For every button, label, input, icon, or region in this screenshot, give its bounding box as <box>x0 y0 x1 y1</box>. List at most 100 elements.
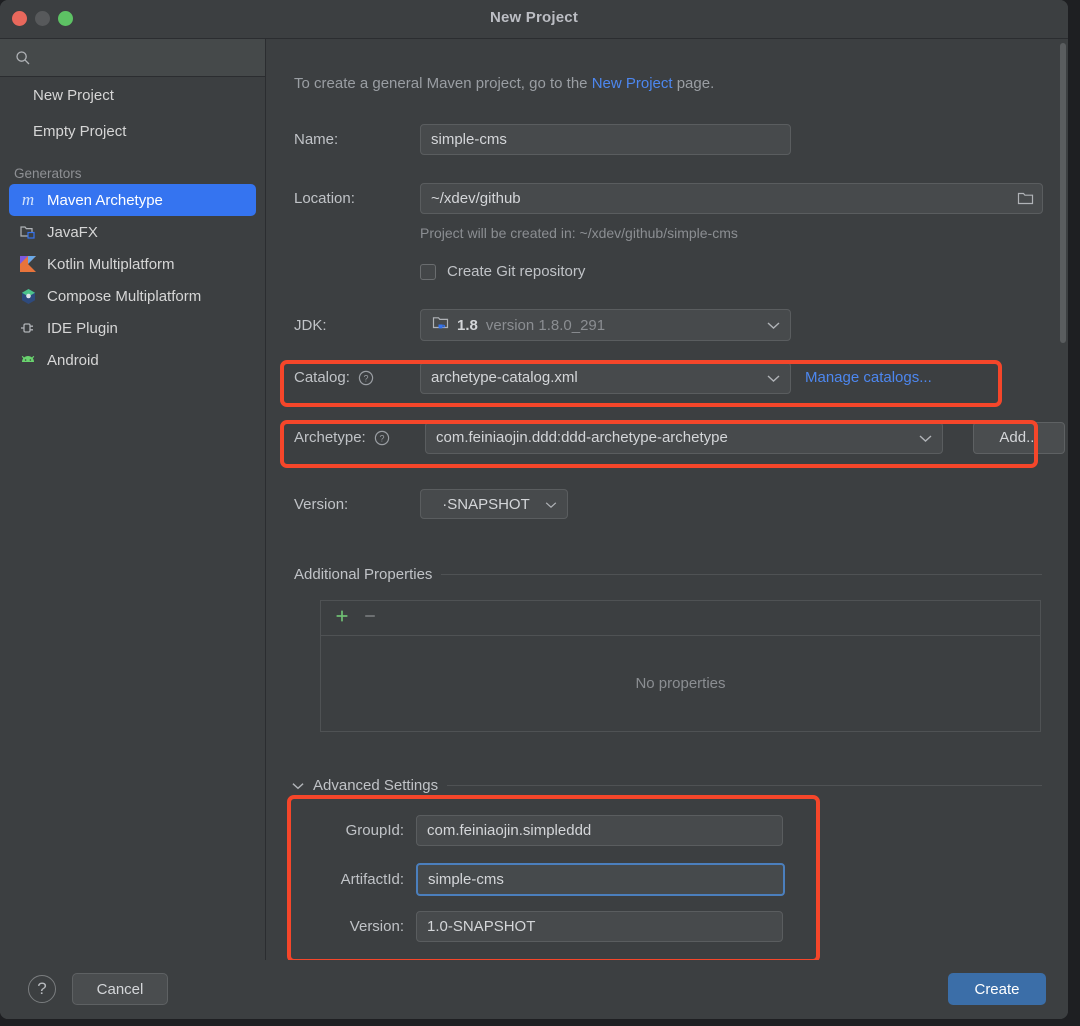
add-button-label: Add... <box>999 429 1038 446</box>
search-row[interactable] <box>0 39 265 77</box>
archetype-version-label: Version: <box>294 496 420 513</box>
sidebar-item-label: IDE Plugin <box>47 320 118 337</box>
svg-text:?: ? <box>363 373 368 383</box>
archetype-label: Archetype: <box>294 429 366 446</box>
location-input[interactable] <box>420 183 1043 214</box>
title-bar: New Project <box>0 0 1068 39</box>
manage-catalogs-link[interactable]: Manage catalogs... <box>805 369 932 386</box>
catalog-label: Catalog: <box>294 369 350 386</box>
cancel-button[interactable]: Cancel <box>72 973 168 1005</box>
create-button[interactable]: Create <box>948 973 1046 1005</box>
sidebar-item-empty-project[interactable]: Empty Project <box>0 113 265 149</box>
jdk-combobox[interactable]: 1.8 version 1.8.0_291 <box>420 309 791 341</box>
javafx-icon <box>19 223 37 241</box>
sidebar-item-label: JavaFX <box>47 224 98 241</box>
chevron-down-icon <box>545 496 557 513</box>
description-text: To create a general Maven project, go to… <box>294 75 714 92</box>
group-id-label: GroupId: <box>316 822 416 839</box>
chevron-down-icon <box>767 317 780 334</box>
name-input[interactable] <box>420 124 791 155</box>
location-row: Location: <box>294 183 1043 214</box>
android-icon <box>19 351 37 369</box>
folder-icon[interactable] <box>1017 190 1034 211</box>
sidebar-item-label: Empty Project <box>33 123 126 140</box>
main-panel: To create a general Maven project, go to… <box>266 39 1068 960</box>
jdk-folder-icon <box>432 315 449 335</box>
create-button-label: Create <box>974 981 1019 998</box>
sidebar: New Project Empty Project Generators m M… <box>0 39 266 1019</box>
search-input[interactable] <box>38 39 259 77</box>
advanced-settings-section-header[interactable]: Advanced Settings <box>292 777 1042 794</box>
sidebar-item-label: New Project <box>33 87 114 104</box>
compose-icon <box>19 287 37 305</box>
sidebar-item-compose-multiplatform[interactable]: Compose Multiplatform <box>9 280 256 312</box>
sidebar-item-new-project[interactable]: New Project <box>0 77 265 113</box>
advanced-version-row: Version: <box>316 911 783 942</box>
description-after: page. <box>673 75 715 92</box>
location-hint: Project will be created in: ~/xdev/githu… <box>420 225 738 241</box>
search-icon <box>15 50 31 66</box>
create-git-repository-row[interactable]: Create Git repository <box>420 263 585 280</box>
sidebar-item-maven-archetype[interactable]: m Maven Archetype <box>9 184 256 216</box>
help-circle-icon[interactable]: ? <box>358 370 374 386</box>
new-project-dialog: New Project New Project Empty Project Ge… <box>0 0 1068 1019</box>
no-properties-text: No properties <box>321 636 1040 731</box>
jdk-version: 1.8 <box>457 317 478 334</box>
help-circle-icon[interactable]: ? <box>374 430 390 446</box>
section-divider <box>441 574 1042 575</box>
main-scrollbar[interactable] <box>1059 39 1068 960</box>
scrollbar-thumb[interactable] <box>1060 43 1066 343</box>
artifact-id-label: ArtifactId: <box>316 871 416 888</box>
jdk-label: JDK: <box>294 317 420 334</box>
kotlin-icon <box>19 255 37 273</box>
name-label: Name: <box>294 131 420 148</box>
dialog-footer: ? Cancel Create <box>0 960 1068 1019</box>
archetype-version-value: ·SNAPSHOT <box>442 496 530 513</box>
sidebar-item-label: Android <box>47 352 99 369</box>
additional-properties-panel: No properties <box>320 600 1041 732</box>
location-label: Location: <box>294 190 420 207</box>
additional-properties-section-header: Additional Properties <box>294 566 1042 583</box>
archetype-value: com.feiniaojin.ddd:ddd-archetype-archety… <box>436 429 728 446</box>
catalog-value: archetype-catalog.xml <box>431 369 578 386</box>
jdk-detail: version 1.8.0_291 <box>486 317 605 334</box>
create-git-repository-label: Create Git repository <box>447 263 585 280</box>
cancel-button-label: Cancel <box>97 981 144 998</box>
description-before: To create a general Maven project, go to… <box>294 75 592 92</box>
sidebar-item-android[interactable]: Android <box>9 344 256 376</box>
chevron-down-icon <box>767 369 780 386</box>
plus-icon[interactable] <box>335 609 349 628</box>
new-project-link[interactable]: New Project <box>592 75 673 92</box>
create-git-repository-checkbox[interactable] <box>420 264 436 280</box>
generators-header: Generators <box>0 162 265 184</box>
add-archetype-button[interactable]: Add... <box>973 422 1065 454</box>
name-row: Name: <box>294 124 791 155</box>
chevron-down-icon[interactable] <box>292 777 304 794</box>
help-button[interactable]: ? <box>28 975 56 1003</box>
plugin-icon <box>19 319 37 337</box>
group-id-input[interactable] <box>416 815 783 846</box>
catalog-combobox[interactable]: archetype-catalog.xml <box>420 362 791 394</box>
sidebar-item-javafx[interactable]: JavaFX <box>9 216 256 248</box>
catalog-row: Catalog: ? archetype-catalog.xml Manage … <box>294 369 374 386</box>
archetype-row: Archetype: ? com.feiniaojin.ddd:ddd-arch… <box>294 429 390 446</box>
section-divider <box>447 785 1042 786</box>
sidebar-item-label: Compose Multiplatform <box>47 288 201 305</box>
advanced-settings-title: Advanced Settings <box>313 777 438 794</box>
group-id-row: GroupId: <box>316 815 783 846</box>
archetype-version-row: Version: ·SNAPSHOT <box>294 489 568 519</box>
sidebar-item-ide-plugin[interactable]: IDE Plugin <box>9 312 256 344</box>
advanced-version-input[interactable] <box>416 911 783 942</box>
maven-icon: m <box>19 191 37 209</box>
artifact-id-input[interactable] <box>416 863 785 896</box>
advanced-version-label: Version: <box>316 918 416 935</box>
chevron-down-icon <box>919 429 932 446</box>
archetype-combobox[interactable]: com.feiniaojin.ddd:ddd-archetype-archety… <box>425 422 943 454</box>
sidebar-item-label: Kotlin Multiplatform <box>47 256 175 273</box>
additional-properties-title: Additional Properties <box>294 566 432 583</box>
sidebar-item-kotlin-multiplatform[interactable]: Kotlin Multiplatform <box>9 248 256 280</box>
sidebar-item-label: Maven Archetype <box>47 192 163 209</box>
minus-icon[interactable] <box>363 609 377 628</box>
archetype-version-combobox[interactable]: ·SNAPSHOT <box>420 489 568 519</box>
artifact-id-row: ArtifactId: <box>316 863 785 896</box>
